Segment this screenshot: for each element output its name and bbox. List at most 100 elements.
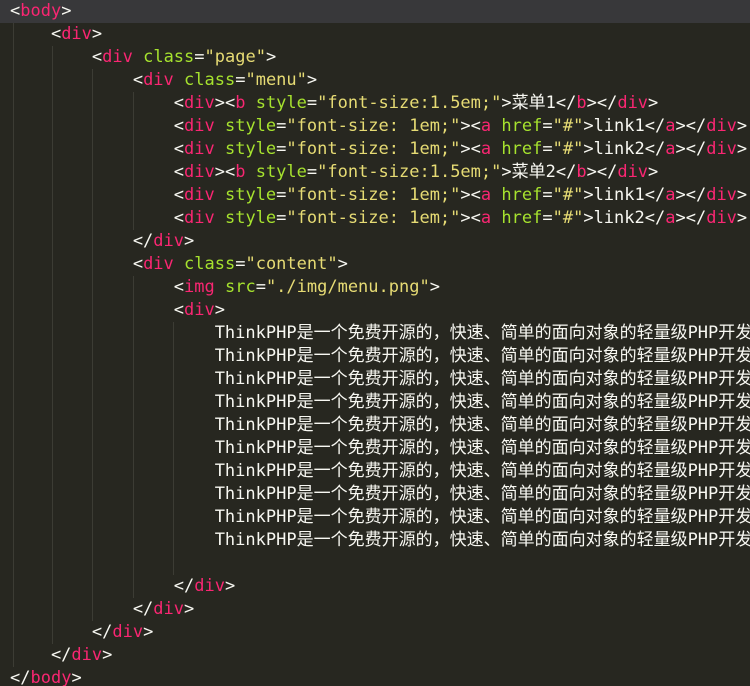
token-str: "#" — [553, 116, 584, 136]
token-tag: a — [481, 116, 491, 136]
token-tag: div — [184, 93, 215, 113]
token-str: "menu" — [245, 70, 306, 90]
token-txt: ThinkPHP是一个免费开源的，快速、简单的面向对象的轻量级PHP开发 — [10, 507, 750, 527]
token-p: = — [276, 116, 286, 136]
token-attr: style — [225, 116, 276, 136]
code-line[interactable]: <div style="font-size: 1em;"><a href="#"… — [10, 207, 750, 230]
code-line[interactable] — [10, 552, 750, 575]
token-tag: a — [665, 139, 675, 159]
token-p: ></ — [675, 139, 706, 159]
token-p: < — [10, 1, 20, 21]
code-line[interactable]: ThinkPHP是一个免费开源的，快速、简单的面向对象的轻量级PHP开发 — [10, 483, 750, 506]
code-line[interactable]: <div><b style="font-size:1.5em;">菜单2</b>… — [10, 161, 750, 184]
code-line[interactable]: <div class="page"> — [10, 46, 750, 69]
code-line[interactable]: <div> — [10, 23, 750, 46]
token-p: < — [10, 93, 184, 113]
token-attr: class — [143, 47, 194, 67]
token-p: > — [61, 1, 71, 21]
token-tag: div — [706, 185, 737, 205]
token-p — [215, 139, 225, 159]
token-p: > — [143, 622, 153, 642]
code-line[interactable]: ThinkPHP是一个免费开源的，快速、简单的面向对象的轻量级PHP开发 — [10, 529, 750, 552]
token-p: > — [225, 576, 235, 596]
code-line[interactable]: <div class="content"> — [10, 253, 750, 276]
token-p — [215, 185, 225, 205]
code-line[interactable]: </div> — [10, 621, 750, 644]
token-str: "./img/menu.png" — [266, 277, 430, 297]
token-p: < — [10, 185, 184, 205]
token-p: >< — [215, 162, 235, 182]
code-line[interactable]: ThinkPHP是一个免费开源的，快速、简单的面向对象的轻量级PHP开发 — [10, 345, 750, 368]
token-p: > — [583, 139, 593, 159]
token-p — [491, 139, 501, 159]
code-line[interactable]: ThinkPHP是一个免费开源的，快速、简单的面向对象的轻量级PHP开发 — [10, 460, 750, 483]
code-line[interactable]: <div style="font-size: 1em;"><a href="#"… — [10, 138, 750, 161]
token-p: > — [92, 24, 102, 44]
code-line[interactable]: </div> — [10, 230, 750, 253]
token-txt: link2 — [594, 139, 645, 159]
token-p: </ — [10, 622, 112, 642]
token-p: = — [307, 93, 317, 113]
token-txt: ThinkPHP是一个免费开源的，快速、简单的面向对象的轻量级PHP开发 — [10, 415, 750, 435]
code-line[interactable]: <img src="./img/menu.png"> — [10, 276, 750, 299]
token-tag: div — [706, 116, 737, 136]
code-line[interactable]: ThinkPHP是一个免费开源的，快速、简单的面向对象的轻量级PHP开发 — [10, 391, 750, 414]
code-line[interactable]: ThinkPHP是一个免费开源的，快速、简单的面向对象的轻量级PHP开发 — [10, 322, 750, 345]
token-p: > — [648, 93, 658, 113]
code-line[interactable]: <div class="menu"> — [10, 69, 750, 92]
code-editor[interactable]: <body> <div> <div class="page"> <div cla… — [0, 0, 750, 686]
code-line[interactable]: <div style="font-size: 1em;"><a href="#"… — [10, 115, 750, 138]
code-line[interactable]: ThinkPHP是一个免费开源的，快速、简单的面向对象的轻量级PHP开发 — [10, 414, 750, 437]
token-p: </ — [645, 116, 665, 136]
code-line[interactable]: ThinkPHP是一个免费开源的，快速、简单的面向对象的轻量级PHP开发 — [10, 368, 750, 391]
code-line[interactable]: <div style="font-size: 1em;"><a href="#"… — [10, 184, 750, 207]
token-tag: img — [184, 277, 215, 297]
token-tag: div — [112, 622, 143, 642]
code-line[interactable]: </div> — [10, 644, 750, 667]
token-attr: href — [501, 116, 542, 136]
code-line[interactable]: </div> — [10, 598, 750, 621]
token-tag: div — [184, 162, 215, 182]
code-line[interactable]: ThinkPHP是一个免费开源的，快速、简单的面向对象的轻量级PHP开发 — [10, 506, 750, 529]
code-line[interactable]: </body> — [10, 667, 750, 686]
token-str: "#" — [553, 185, 584, 205]
token-str: "font-size:1.5em;" — [317, 162, 501, 182]
token-p: </ — [556, 162, 576, 182]
token-txt: ThinkPHP是一个免费开源的，快速、简单的面向对象的轻量级PHP开发 — [10, 392, 750, 412]
token-attr: href — [501, 185, 542, 205]
token-p: > — [307, 70, 317, 90]
token-p: </ — [645, 208, 665, 228]
token-p: > — [737, 139, 747, 159]
code-line-current[interactable]: <body> — [0, 0, 750, 23]
token-txt: ThinkPHP是一个免费开源的，快速、简单的面向对象的轻量级PHP开发 — [10, 484, 750, 504]
token-p — [174, 70, 184, 90]
code-line[interactable]: <div> — [10, 299, 750, 322]
token-tag: a — [481, 139, 491, 159]
code-line[interactable]: <div><b style="font-size:1.5em;">菜单1</b>… — [10, 92, 750, 115]
token-attr: href — [501, 208, 542, 228]
code-line[interactable]: </div> — [10, 575, 750, 598]
token-p — [133, 47, 143, 67]
token-p: = — [194, 47, 204, 67]
token-txt: ThinkPHP是一个免费开源的，快速、简单的面向对象的轻量级PHP开发 — [10, 369, 750, 389]
token-p: > — [102, 645, 112, 665]
token-attr: style — [256, 162, 307, 182]
token-p: = — [235, 70, 245, 90]
token-p: </ — [10, 576, 194, 596]
token-p — [491, 208, 501, 228]
token-txt: 菜单2 — [512, 162, 556, 182]
token-p: </ — [645, 185, 665, 205]
token-txt: ThinkPHP是一个免费开源的，快速、简单的面向对象的轻量级PHP开发 — [10, 346, 750, 366]
token-txt: ThinkPHP是一个免费开源的，快速、简单的面向对象的轻量级PHP开发 — [10, 438, 750, 458]
token-tag: div — [706, 139, 737, 159]
token-p: ></ — [675, 208, 706, 228]
token-p: ></ — [587, 93, 618, 113]
token-p: < — [10, 70, 143, 90]
code-line[interactable]: ThinkPHP是一个免费开源的，快速、简单的面向对象的轻量级PHP开发 — [10, 437, 750, 460]
token-tag: a — [665, 185, 675, 205]
token-p — [215, 116, 225, 136]
token-tag: div — [184, 116, 215, 136]
token-p: > — [430, 277, 440, 297]
token-tag: div — [184, 208, 215, 228]
token-p: = — [235, 254, 245, 274]
